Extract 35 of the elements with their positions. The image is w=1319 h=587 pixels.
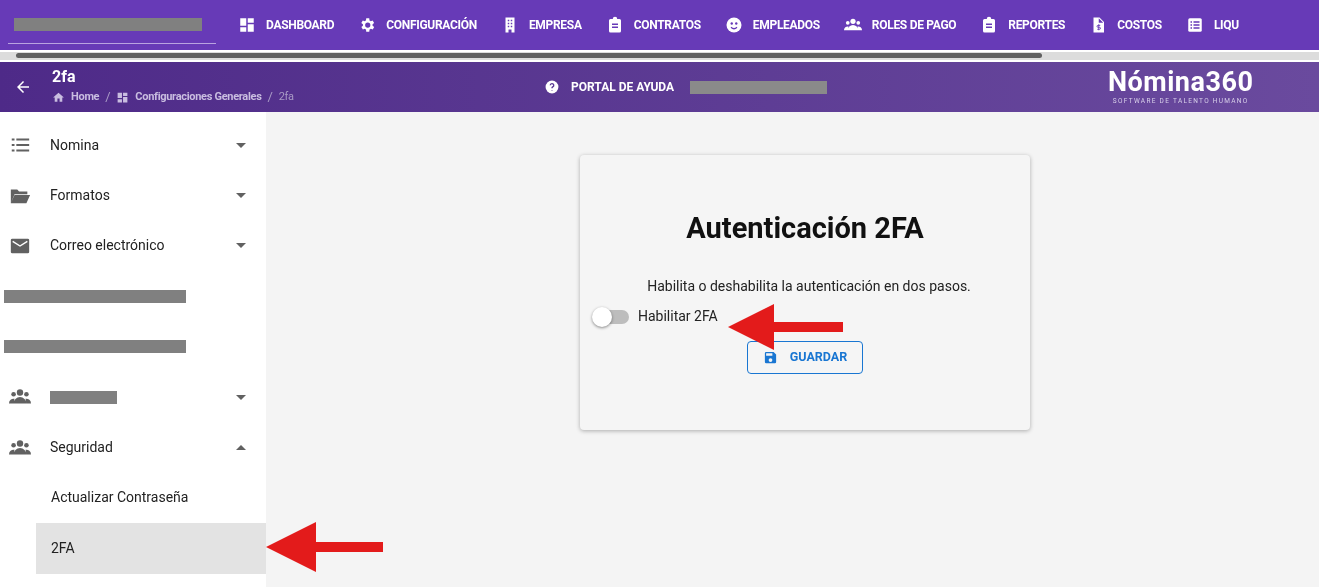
scrollbar-thumb[interactable] [16, 53, 1042, 58]
description-text: Habilita o deshabilita la autenticación en dos pasos. [646, 277, 971, 296]
menu-item[interactable]: Nomina [50, 134, 99, 156]
breadcrumb-separator: / [267, 88, 273, 107]
card-title: Autenticación 2FA [686, 210, 924, 246]
nav-tab[interactable]: EMPRESA [500, 16, 582, 34]
submenu-item[interactable]: Actualizar Contraseña [36, 472, 266, 524]
nav-tab[interactable]: REPORTES [980, 16, 1066, 34]
toggle-label: Habilitar 2FA [638, 307, 718, 326]
nav-tab[interactable]: LIQU [1185, 16, 1239, 34]
nav-tab[interactable]: DASHBOARD [238, 16, 335, 34]
nav-tab[interactable]: CONFIGURACIÓN [358, 16, 477, 34]
dashboard-icon [238, 16, 256, 34]
nav-tab[interactable]: EMPLEADOS [724, 16, 820, 34]
toggle-switch[interactable] [592, 306, 630, 327]
menu-item[interactable]: Formatos [50, 185, 110, 207]
dashboard-icon [116, 90, 130, 104]
menu-item[interactable]: Seguridad [50, 437, 113, 459]
redaction-bar [50, 390, 117, 404]
breadcrumb-current: 2fa [278, 88, 294, 105]
help-portal-link[interactable]: PORTAL DE AYUDA [571, 78, 675, 96]
page-title: 2fa [52, 67, 77, 88]
help-icon [545, 80, 559, 94]
submenu-item[interactable]: 2FA [36, 523, 266, 574]
nav-tab[interactable]: COSTOS [1089, 16, 1162, 34]
breadcrumb-link[interactable]: Home [71, 88, 100, 106]
breadcrumb-separator: / [105, 88, 111, 107]
list-icon [1185, 16, 1204, 34]
logo: Nómina360 [1108, 67, 1254, 97]
menu-item[interactable]: Correo electrónico [50, 235, 165, 257]
nav-tab[interactable]: ROLES DE PAGO [843, 16, 957, 34]
home-icon [52, 90, 65, 104]
face-icon [724, 16, 743, 34]
nav-tab[interactable]: CONTRATOS [605, 16, 701, 34]
breadcrumb-link[interactable]: Configuraciones Generales [135, 88, 262, 106]
